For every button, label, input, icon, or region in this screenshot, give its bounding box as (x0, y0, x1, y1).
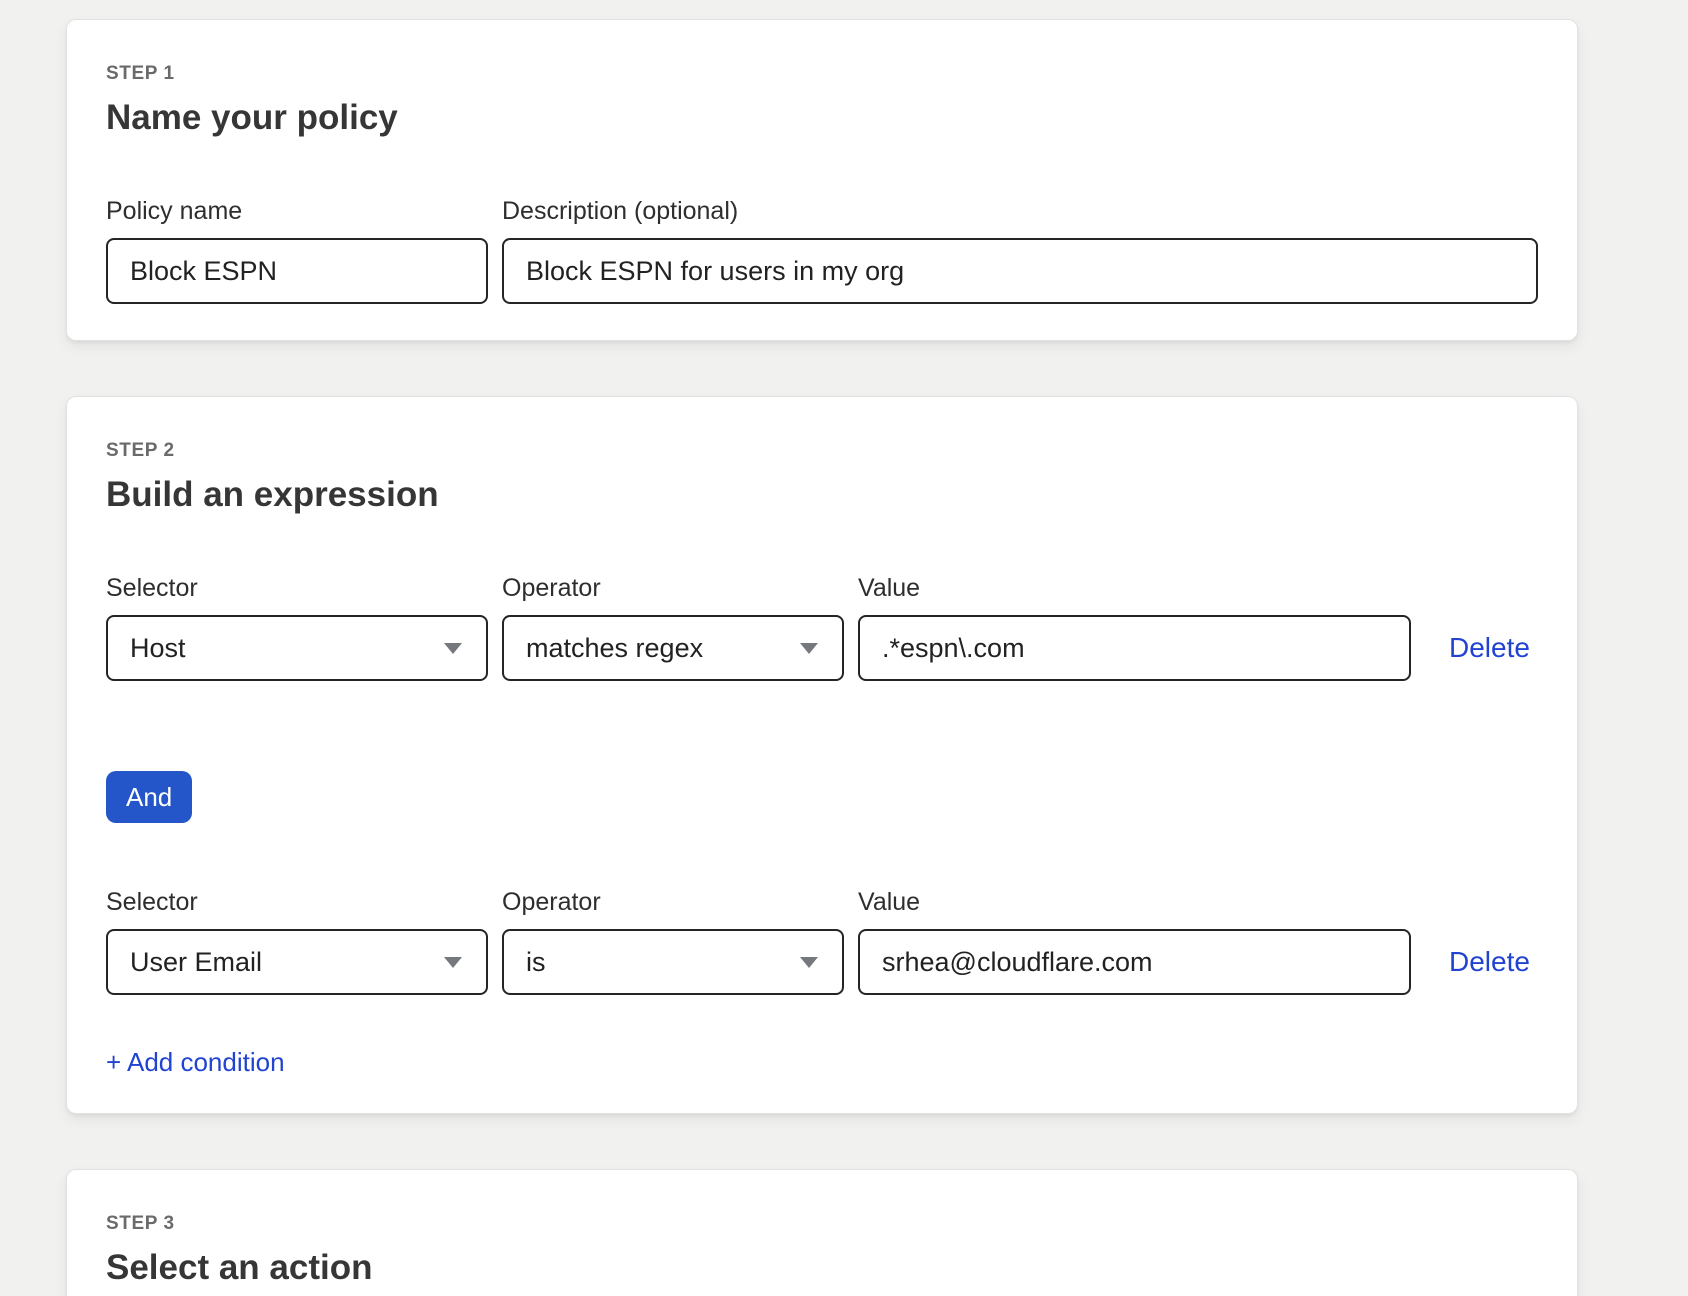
selector-value-2: User Email (130, 947, 262, 978)
step3-label: STEP 3 (106, 1214, 1538, 1234)
operator-label-1: Operator (502, 575, 844, 601)
operator-select-2[interactable]: is (502, 929, 844, 995)
chevron-down-icon (444, 643, 462, 654)
step3-card: STEP 3 Select an action (66, 1169, 1578, 1296)
selector-label-1: Selector (106, 575, 488, 601)
policy-name-input[interactable] (106, 238, 488, 304)
value-field-1: Value (858, 575, 1411, 681)
chevron-down-icon (800, 957, 818, 968)
operator-value-1: matches regex (526, 633, 703, 664)
policy-name-label: Policy name (106, 198, 488, 224)
description-input[interactable] (502, 238, 1538, 304)
delete-condition-1-link[interactable]: Delete (1449, 632, 1530, 664)
step3-title: Select an action (106, 1248, 1538, 1288)
description-label: Description (optional) (502, 198, 1538, 224)
selector-label-2: Selector (106, 889, 488, 915)
chevron-down-icon (444, 957, 462, 968)
step2-title: Build an expression (106, 475, 1538, 515)
value-field-2: Value (858, 889, 1411, 995)
step2-card: STEP 2 Build an expression Selector Host… (66, 396, 1578, 1114)
condition-row-2: Selector User Email Operator is Value De… (106, 889, 1538, 995)
step1-title: Name your policy (106, 98, 1538, 138)
description-field: Description (optional) (502, 198, 1538, 304)
selector-value-1: Host (130, 633, 186, 664)
condition-row-1: Selector Host Operator matches regex Val… (106, 575, 1538, 681)
policy-builder-page: STEP 1 Name your policy Policy name Desc… (0, 0, 1688, 1296)
and-connector-button[interactable]: And (106, 771, 192, 823)
operator-field-1: Operator matches regex (502, 575, 844, 681)
value-input-1[interactable] (858, 615, 1411, 681)
selector-field-1: Selector Host (106, 575, 488, 681)
delete-wrap-1: Delete (1449, 615, 1530, 681)
delete-wrap-2: Delete (1449, 929, 1530, 995)
chevron-down-icon (800, 643, 818, 654)
value-label-1: Value (858, 575, 1411, 601)
selector-select-1[interactable]: Host (106, 615, 488, 681)
step2-label: STEP 2 (106, 441, 1538, 461)
selector-select-2[interactable]: User Email (106, 929, 488, 995)
value-label-2: Value (858, 889, 1411, 915)
step1-fields-row: Policy name Description (optional) (106, 198, 1538, 304)
operator-select-1[interactable]: matches regex (502, 615, 844, 681)
operator-value-2: is (526, 947, 546, 978)
step1-card: STEP 1 Name your policy Policy name Desc… (66, 19, 1578, 341)
operator-field-2: Operator is (502, 889, 844, 995)
add-condition-link[interactable]: + Add condition (106, 1047, 285, 1077)
value-input-2[interactable] (858, 929, 1411, 995)
policy-name-field: Policy name (106, 198, 488, 304)
operator-label-2: Operator (502, 889, 844, 915)
selector-field-2: Selector User Email (106, 889, 488, 995)
step1-label: STEP 1 (106, 64, 1538, 84)
delete-condition-2-link[interactable]: Delete (1449, 946, 1530, 978)
